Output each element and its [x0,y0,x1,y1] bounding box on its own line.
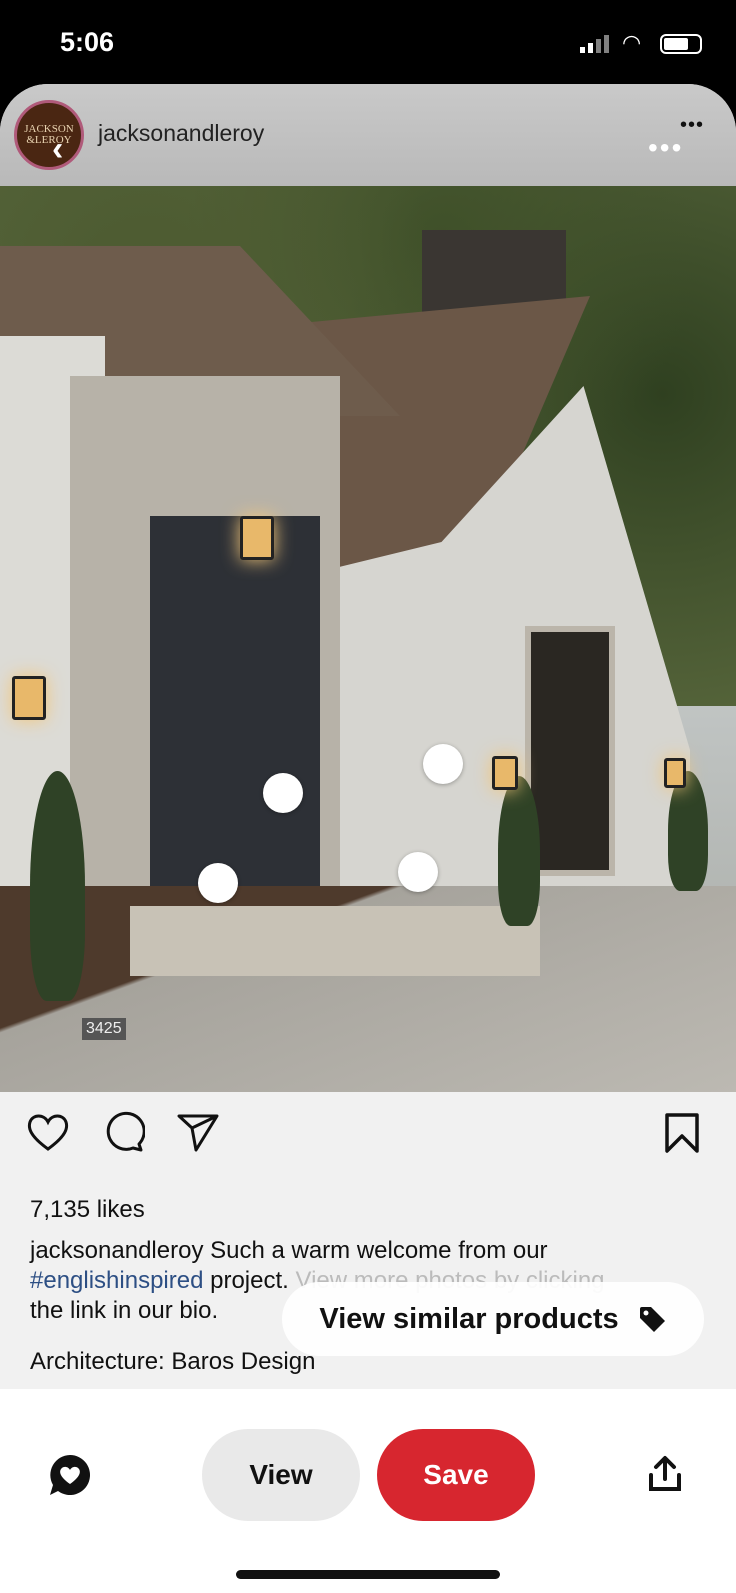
upload-share-icon[interactable] [648,1455,682,1493]
clock: 5:06 [60,27,115,57]
view-button[interactable]: View [202,1429,360,1521]
post-header: JACKSON &LEROY ‹ jacksonandleroy ••• ••• [0,84,736,186]
caption-text: Such a warm welcome from our [203,1237,548,1264]
signal-icon [580,35,609,53]
product-hotspot[interactable] [263,773,303,813]
caption-username[interactable]: jacksonandleroy [30,1237,203,1264]
similar-label: View similar products [319,1302,619,1335]
tag-icon [639,1307,665,1332]
product-hotspot[interactable] [423,744,463,784]
bookmark-icon[interactable] [664,1112,700,1154]
caption-text: the link in our bio. [30,1297,219,1324]
product-hotspot[interactable] [398,852,438,892]
status-bar: 5:06 ◠ [0,0,736,86]
comment-icon[interactable] [103,1110,145,1154]
back-chevron-icon[interactable]: ‹ [52,130,63,169]
battery-icon [660,34,702,54]
house-number: 3425 [82,1018,126,1040]
heart-icon[interactable] [26,1112,70,1152]
pin-card: JACKSON &LEROY ‹ jacksonandleroy ••• ••• … [0,84,736,1593]
comment-heart-icon[interactable] [48,1453,92,1497]
product-hotspot[interactable] [198,863,238,903]
view-similar-products-button[interactable]: View similar products [282,1282,704,1356]
share-icon[interactable] [176,1112,220,1154]
wifi-icon: ◠ [622,30,642,55]
hashtag-link[interactable]: #englishinspired [30,1267,203,1294]
bottom-action-bar: View Save [0,1389,736,1593]
post-photo[interactable]: 3425 [0,186,736,1092]
save-button[interactable]: Save [377,1429,535,1521]
architecture-credit: Architecture: Baros Design [30,1348,316,1375]
caption-text: project. [203,1267,289,1294]
home-indicator[interactable] [236,1570,500,1579]
username[interactable]: jacksonandleroy [98,120,264,147]
more-options-button[interactable]: ••• [648,132,683,164]
likes-count[interactable]: 7,135 likes [30,1196,145,1224]
avatar: JACKSON &LEROY [14,100,84,170]
more-icon: ••• [680,114,705,136]
